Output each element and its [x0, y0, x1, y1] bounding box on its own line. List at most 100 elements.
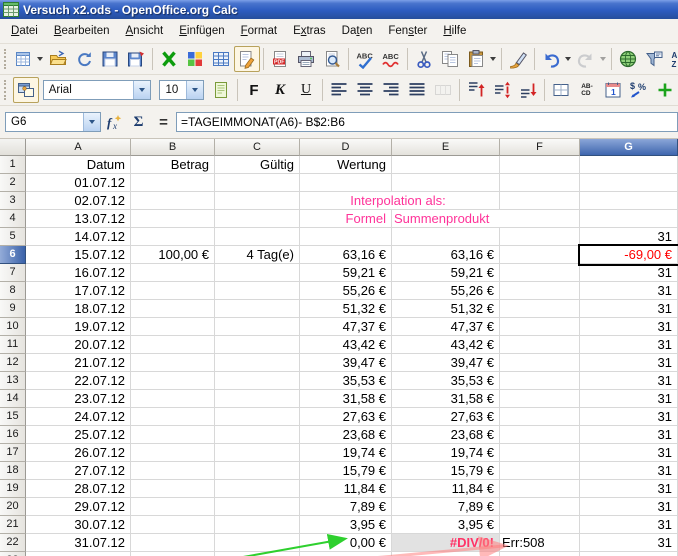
- spellcheck-button[interactable]: ABC: [352, 46, 378, 72]
- cell-E2[interactable]: [392, 174, 500, 192]
- cell-F3[interactable]: [500, 192, 580, 210]
- copy-button[interactable]: [437, 46, 463, 72]
- new-document-button[interactable]: [10, 46, 36, 72]
- italic-button[interactable]: K: [267, 77, 293, 103]
- row-header-14[interactable]: 14: [0, 390, 26, 408]
- page-preview-button[interactable]: [319, 46, 345, 72]
- toolbar-gripper[interactable]: [4, 80, 9, 100]
- underline-button[interactable]: U: [293, 77, 319, 103]
- cell-A11[interactable]: 20.07.12: [26, 336, 131, 354]
- row-header-6[interactable]: 6: [0, 246, 26, 264]
- menu-bearbeiten[interactable]: Bearbeiten: [46, 20, 118, 43]
- cell-F11[interactable]: [500, 336, 580, 354]
- cell-D12[interactable]: 39,47 €: [300, 354, 392, 372]
- cell-D3[interactable]: Interpolation als:: [300, 192, 500, 210]
- column-header-A[interactable]: A: [26, 139, 131, 156]
- reload-button[interactable]: [71, 46, 97, 72]
- cell-B8[interactable]: [131, 282, 215, 300]
- cut-button[interactable]: [411, 46, 437, 72]
- cell-D17[interactable]: 19,74 €: [300, 444, 392, 462]
- row-header-17[interactable]: 17: [0, 444, 26, 462]
- cell-B14[interactable]: [131, 390, 215, 408]
- cell-G15[interactable]: 31: [580, 408, 678, 426]
- cell-B7[interactable]: [131, 264, 215, 282]
- cell-C11[interactable]: [215, 336, 300, 354]
- cell-G23[interactable]: [580, 552, 678, 556]
- row-header-4[interactable]: 4: [0, 210, 26, 228]
- align-right-button[interactable]: [378, 77, 404, 103]
- cell-D18[interactable]: 15,79 €: [300, 462, 392, 480]
- gallery-colors-button[interactable]: [182, 46, 208, 72]
- cell-F16[interactable]: [500, 426, 580, 444]
- cell-A1[interactable]: Datum: [26, 156, 131, 174]
- cell-A19[interactable]: 28.07.12: [26, 480, 131, 498]
- borders-button[interactable]: [548, 77, 574, 103]
- row-header-5[interactable]: 5: [0, 228, 26, 246]
- name-box-dropdown[interactable]: [83, 113, 100, 131]
- cell-E7[interactable]: 59,21 €: [392, 264, 500, 282]
- cell-E18[interactable]: 15,79 €: [392, 462, 500, 480]
- cell-F21[interactable]: [500, 516, 580, 534]
- cell-A13[interactable]: 22.07.12: [26, 372, 131, 390]
- cell-F20[interactable]: [500, 498, 580, 516]
- cell-B9[interactable]: [131, 300, 215, 318]
- redo-dropdown-caret[interactable]: [600, 57, 606, 61]
- cell-A8[interactable]: 17.07.12: [26, 282, 131, 300]
- row-header-18[interactable]: 18: [0, 462, 26, 480]
- cell-E10[interactable]: 47,37 €: [392, 318, 500, 336]
- cell-E4[interactable]: Summenprodukt: [392, 210, 580, 228]
- page-style-button[interactable]: [208, 77, 234, 103]
- cell-E23[interactable]: [392, 552, 500, 556]
- undo-button[interactable]: [538, 46, 564, 72]
- cell-F12[interactable]: [500, 354, 580, 372]
- cell-B22[interactable]: [131, 534, 215, 552]
- cell-B2[interactable]: [131, 174, 215, 192]
- column-header-C[interactable]: C: [215, 139, 300, 156]
- ms-excel-x-button[interactable]: [156, 46, 182, 72]
- cell-A3[interactable]: 02.07.12: [26, 192, 131, 210]
- cell-F14[interactable]: [500, 390, 580, 408]
- cell-C7[interactable]: [215, 264, 300, 282]
- cell-G1[interactable]: [580, 156, 678, 174]
- cell-A21[interactable]: 30.07.12: [26, 516, 131, 534]
- cell-B13[interactable]: [131, 372, 215, 390]
- row-header-15[interactable]: 15: [0, 408, 26, 426]
- cell-D19[interactable]: 11,84 €: [300, 480, 392, 498]
- cell-B23[interactable]: [131, 552, 215, 556]
- cell-A22[interactable]: 31.07.12: [26, 534, 131, 552]
- cell-B11[interactable]: [131, 336, 215, 354]
- cell-E11[interactable]: 43,42 €: [392, 336, 500, 354]
- sort-ascending-button[interactable]: AZ: [667, 46, 678, 72]
- cell-E8[interactable]: 55,26 €: [392, 282, 500, 300]
- row-header-20[interactable]: 20: [0, 498, 26, 516]
- row-header-16[interactable]: 16: [0, 426, 26, 444]
- bold-button[interactable]: F: [241, 77, 267, 103]
- undo-dropdown-caret[interactable]: [565, 57, 571, 61]
- cell-B18[interactable]: [131, 462, 215, 480]
- cell-C3[interactable]: [215, 192, 300, 210]
- row-header-22[interactable]: 22: [0, 534, 26, 552]
- menu-datei[interactable]: Datei: [3, 20, 46, 43]
- cell-D15[interactable]: 27,63 €: [300, 408, 392, 426]
- cell-G9[interactable]: 31: [580, 300, 678, 318]
- cell-D20[interactable]: 7,89 €: [300, 498, 392, 516]
- cell-C14[interactable]: [215, 390, 300, 408]
- cell-D23[interactable]: [300, 552, 392, 556]
- cell-B17[interactable]: [131, 444, 215, 462]
- cell-C16[interactable]: [215, 426, 300, 444]
- cell-D10[interactable]: 47,37 €: [300, 318, 392, 336]
- menu-ansicht[interactable]: Ansicht: [118, 20, 172, 43]
- cell-C8[interactable]: [215, 282, 300, 300]
- row-header-13[interactable]: 13: [0, 372, 26, 390]
- cell-G18[interactable]: 31: [580, 462, 678, 480]
- cell-C1[interactable]: Gültig: [215, 156, 300, 174]
- cell-B6[interactable]: 100,00 €: [131, 246, 215, 264]
- name-box[interactable]: G6: [5, 112, 101, 132]
- cell-G10[interactable]: 31: [580, 318, 678, 336]
- cell-G14[interactable]: 31: [580, 390, 678, 408]
- open-button[interactable]: [45, 46, 71, 72]
- menu-fenster[interactable]: Fenster: [380, 20, 435, 43]
- format-date-button[interactable]: 1: [600, 77, 626, 103]
- cell-E21[interactable]: 3,95 €: [392, 516, 500, 534]
- row-header-3[interactable]: 3: [0, 192, 26, 210]
